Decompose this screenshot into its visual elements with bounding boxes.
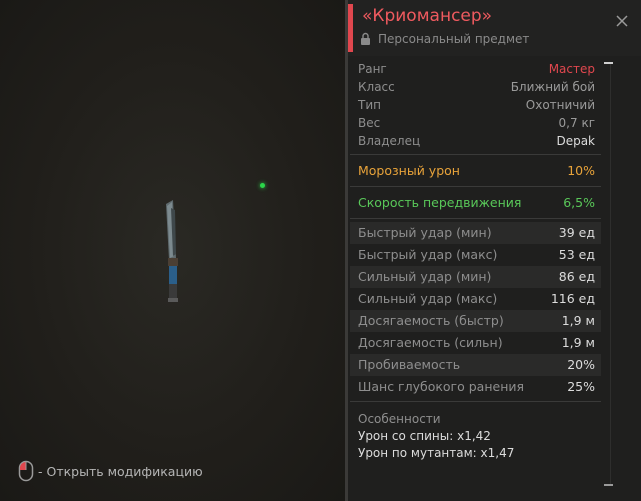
item-info-panel: «Криомансер» Персональный предмет Ранг М… xyxy=(348,0,641,501)
stat-label: Пробиваемость xyxy=(358,357,461,372)
stat-row: Сильный удар (макс) 116 ед xyxy=(350,288,601,310)
info-label: Класс xyxy=(358,80,395,94)
info-value: Depak xyxy=(556,134,595,148)
stat-value: 1,9 м xyxy=(561,335,595,350)
stat-value: 20% xyxy=(567,357,595,372)
stat-value: 53 ед xyxy=(558,247,595,262)
open-modification-hint: - Открыть модификацию xyxy=(18,459,203,483)
info-row-type: Тип Охотничий xyxy=(348,96,603,114)
modifier-value: 6,5% xyxy=(563,195,595,210)
info-value: Охотничий xyxy=(525,98,595,112)
stat-label: Быстрый удар (мин) xyxy=(358,225,492,240)
stat-list: Быстрый удар (мин) 39 ед Быстрый удар (м… xyxy=(348,219,603,401)
item-title: «Криомансер» xyxy=(362,6,493,26)
scrollbar-track-line xyxy=(610,64,611,484)
stat-label: Сильный удар (мин) xyxy=(358,269,492,284)
info-row-rank: Ранг Мастер xyxy=(348,60,603,78)
info-row-class: Класс Ближний бой xyxy=(348,78,603,96)
stat-row: Сильный удар (мин) 86 ед xyxy=(350,266,601,288)
stat-value: 1,9 м xyxy=(561,313,595,328)
marker-dot xyxy=(260,183,265,188)
rarity-accent-bar xyxy=(348,4,353,52)
modifier-frost-damage: Морозный урон 10% xyxy=(348,155,603,186)
item-preview-viewport[interactable]: - Открыть модификацию xyxy=(0,0,345,501)
info-value: Ближний бой xyxy=(510,80,595,94)
info-label: Владелец xyxy=(358,134,421,148)
info-label: Тип xyxy=(358,98,381,112)
lock-icon xyxy=(361,32,370,45)
modifier-label: Морозный урон xyxy=(358,163,460,178)
feature-line: Урон по мутантам: x1,47 xyxy=(358,446,515,460)
personal-item-label: Персональный предмет xyxy=(378,32,530,46)
stat-label: Шанс глубокого ранения xyxy=(358,379,525,394)
stat-row: Быстрый удар (мин) 39 ед xyxy=(350,222,601,244)
stat-row: Быстрый удар (макс) 53 ед xyxy=(350,244,601,266)
stat-row: Досягаемость (сильн) 1,9 м xyxy=(350,332,601,354)
knife-icon xyxy=(166,200,178,302)
info-row-owner: Владелец Depak xyxy=(348,132,603,150)
close-icon[interactable] xyxy=(611,10,633,32)
app-root: - Открыть модификацию «Криомансер» Персо… xyxy=(0,0,641,501)
stat-value: 25% xyxy=(567,379,595,394)
stat-label: Сильный удар (макс) xyxy=(358,291,498,306)
feature-line: Урон со спины: x1,42 xyxy=(358,429,491,443)
info-block: Ранг Мастер Класс Ближний бой Тип Охотни… xyxy=(348,56,603,154)
stat-value: 86 ед xyxy=(558,269,595,284)
stat-value: 116 ед xyxy=(550,291,595,306)
hint-text: - Открыть модификацию xyxy=(38,463,203,479)
stat-value: 39 ед xyxy=(558,225,595,240)
scrollbar-thumb[interactable] xyxy=(604,62,613,64)
mouse-icon xyxy=(18,460,34,482)
stat-label: Быстрый удар (макс) xyxy=(358,247,498,262)
stat-label: Досягаемость (быстр) xyxy=(358,313,504,328)
scrollbar-end xyxy=(604,484,613,486)
info-label: Вес xyxy=(358,116,381,130)
stat-row: Досягаемость (быстр) 1,9 м xyxy=(350,310,601,332)
info-value: 0,7 кг xyxy=(558,116,595,130)
info-label: Ранг xyxy=(358,62,387,76)
stat-row: Шанс глубокого ранения 25% xyxy=(350,376,601,398)
item-header: «Криомансер» Персональный предмет xyxy=(348,0,641,56)
info-value: Мастер xyxy=(548,62,595,76)
features-block: Особенности Урон со спины: x1,42 Урон по… xyxy=(348,402,603,470)
item-stats: Ранг Мастер Класс Ближний бой Тип Охотни… xyxy=(348,56,603,470)
stat-row: Пробиваемость 20% xyxy=(350,354,601,376)
modifier-move-speed: Скорость передвижения 6,5% xyxy=(348,187,603,218)
stat-label: Досягаемость (сильн) xyxy=(358,335,503,350)
scrollbar[interactable] xyxy=(603,56,607,501)
modifier-label: Скорость передвижения xyxy=(358,195,522,210)
modifier-value: 10% xyxy=(567,163,595,178)
features-title: Особенности xyxy=(358,412,441,426)
info-row-weight: Вес 0,7 кг xyxy=(348,114,603,132)
